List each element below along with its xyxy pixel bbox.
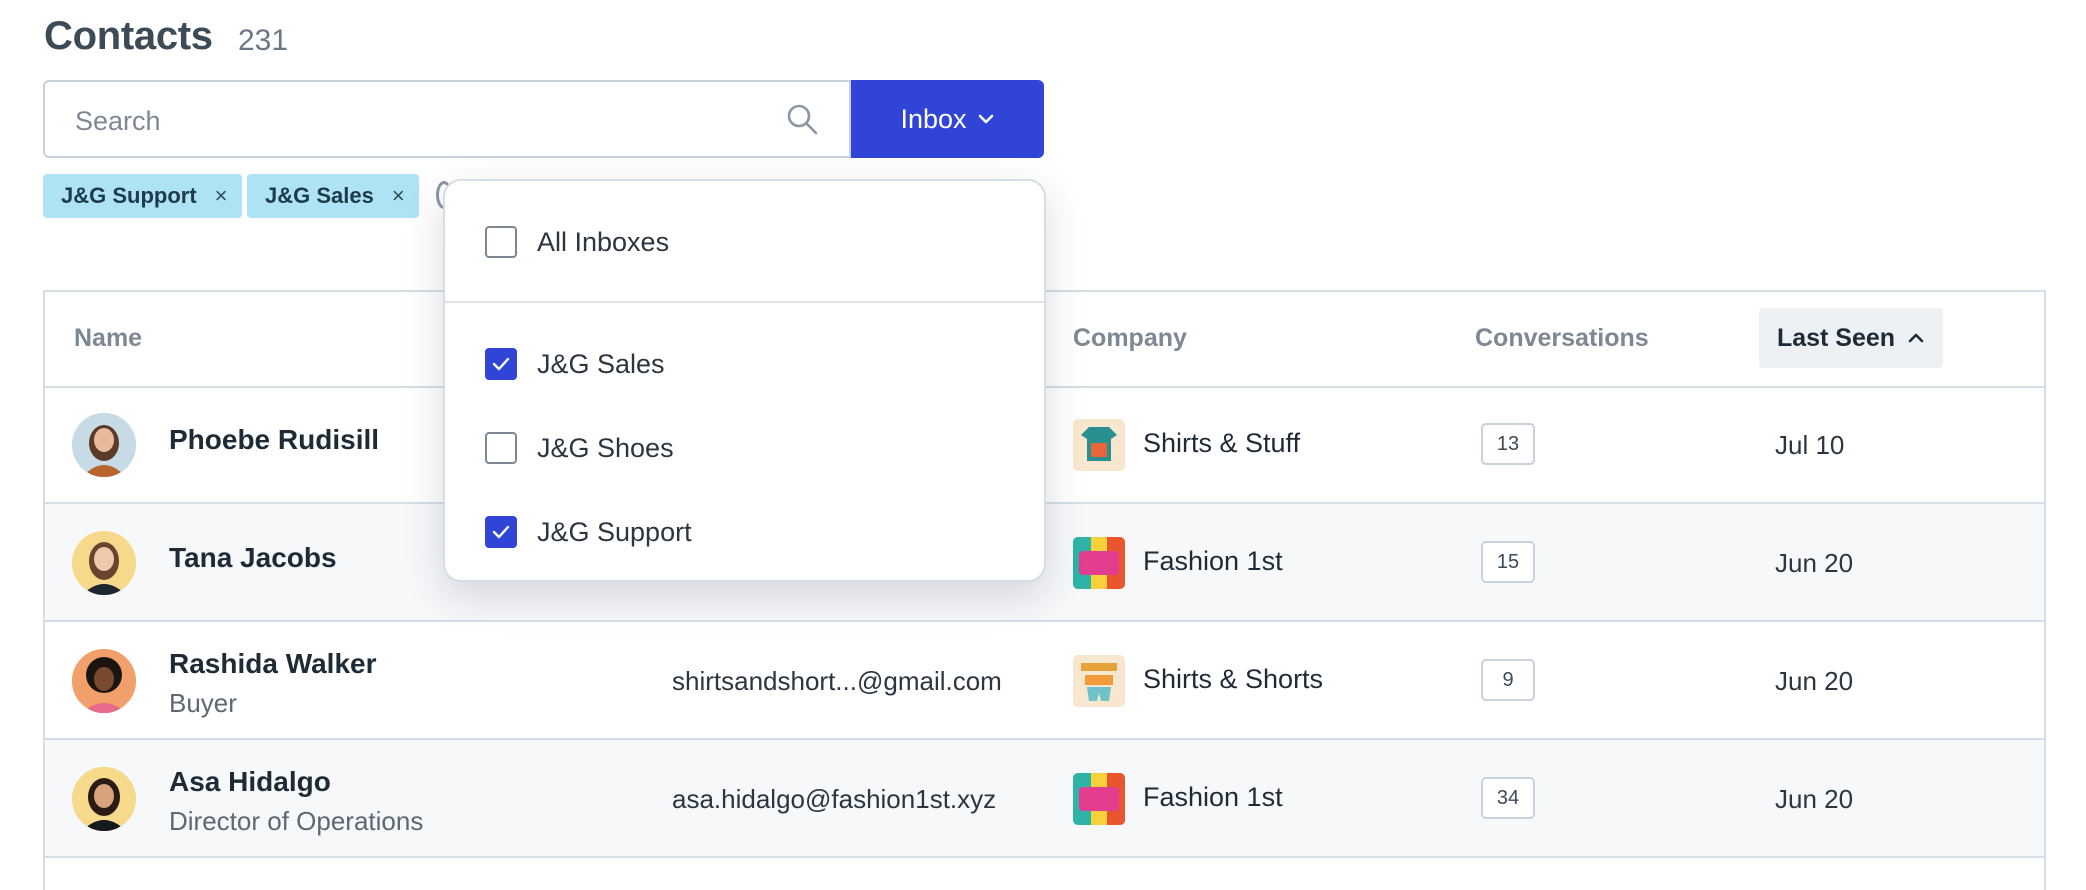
checkbox-checked[interactable] <box>485 516 517 548</box>
company-name[interactable]: Fashion 1st <box>1143 782 1283 813</box>
chevron-up-icon <box>1908 333 1924 343</box>
avatar <box>72 767 136 831</box>
search-input[interactable]: Search <box>43 80 851 158</box>
search-icon <box>787 104 818 135</box>
contact-email[interactable]: asa.hidalgo@fashion1st.xyz <box>672 784 996 815</box>
checkmark-icon <box>492 525 510 539</box>
column-header-company[interactable]: Company <box>1073 324 1187 353</box>
conversations-count[interactable]: 13 <box>1481 423 1535 465</box>
filter-chip-jg-support: J&G Support × <box>43 174 242 218</box>
contact-email[interactable]: shirtsandshort...@gmail.com <box>672 666 1002 697</box>
last-seen-label: Last Seen <box>1776 323 1896 352</box>
conversations-count[interactable]: 9 <box>1481 659 1535 701</box>
chip-remove-icon[interactable]: × <box>392 183 405 209</box>
filter-chip-jg-sales: J&G Sales × <box>247 174 419 218</box>
search-placeholder: Search <box>75 106 161 136</box>
inbox-filter-button[interactable]: Inbox <box>851 80 1044 158</box>
dropdown-divider <box>445 301 1044 303</box>
company-logo <box>1073 655 1125 707</box>
checkbox-checked[interactable] <box>485 348 517 380</box>
dropdown-item-label: J&G Shoes <box>537 432 674 463</box>
avatar <box>72 413 136 477</box>
company-logo <box>1073 419 1125 471</box>
conversations-count[interactable]: 15 <box>1481 541 1535 583</box>
last-seen: Jul 10 <box>1775 430 1845 460</box>
last-seen: Jun 20 <box>1775 666 1854 696</box>
conversations-count[interactable]: 34 <box>1481 777 1535 819</box>
column-header-last-seen[interactable]: Last Seen <box>1759 308 1943 368</box>
column-header-name[interactable]: Name <box>74 324 142 353</box>
dropdown-item-jg-support[interactable]: J&G Support <box>485 515 692 549</box>
dropdown-item-label: J&G Sales <box>537 348 665 379</box>
dropdown-item-jg-sales[interactable]: J&G Sales <box>485 347 665 381</box>
company-logo <box>1073 773 1125 825</box>
dropdown-item-jg-shoes[interactable]: J&G Shoes <box>485 431 674 465</box>
dropdown-item-label: J&G Support <box>537 516 692 547</box>
page-title: Contacts <box>44 14 213 58</box>
chip-remove-icon[interactable]: × <box>215 183 228 209</box>
company-name[interactable]: Shirts & Shorts <box>1143 664 1323 695</box>
contact-role: Director of Operations <box>169 806 424 836</box>
contact-name[interactable]: Rashida Walker <box>169 648 376 680</box>
inbox-button-label: Inbox <box>900 103 967 134</box>
dropdown-item-all-inboxes[interactable]: All Inboxes <box>485 225 669 259</box>
company-name[interactable]: Fashion 1st <box>1143 546 1283 577</box>
contact-name[interactable]: Phoebe Rudisill <box>169 424 379 456</box>
contact-name[interactable]: Asa Hidalgo <box>169 766 331 798</box>
inbox-dropdown: All Inboxes J&G Sales J&G Shoes J&G Supp… <box>443 179 1046 582</box>
avatar <box>72 531 136 595</box>
company-name[interactable]: Shirts & Stuff <box>1143 428 1300 459</box>
company-logo <box>1073 537 1125 589</box>
chip-label: J&G Support <box>61 183 197 208</box>
last-seen: Jun 20 <box>1775 784 1854 814</box>
chip-label: J&G Sales <box>265 183 374 208</box>
contact-role: Buyer <box>169 688 237 718</box>
contact-name[interactable]: Tana Jacobs <box>169 542 337 574</box>
column-header-conversations[interactable]: Conversations <box>1475 324 1649 353</box>
checkmark-icon <box>492 357 510 371</box>
checkbox-unchecked[interactable] <box>485 226 517 258</box>
chevron-down-icon <box>978 114 993 124</box>
checkbox-unchecked[interactable] <box>485 432 517 464</box>
contacts-count: 231 <box>238 24 289 57</box>
table-row[interactable]: Rashida Walker Buyer shirtsandshort...@g… <box>45 622 2044 740</box>
avatar <box>72 649 136 713</box>
table-row[interactable]: Asa Hidalgo Director of Operations asa.h… <box>45 740 2044 858</box>
dropdown-item-label: All Inboxes <box>537 226 670 257</box>
last-seen: Jun 20 <box>1775 548 1854 578</box>
